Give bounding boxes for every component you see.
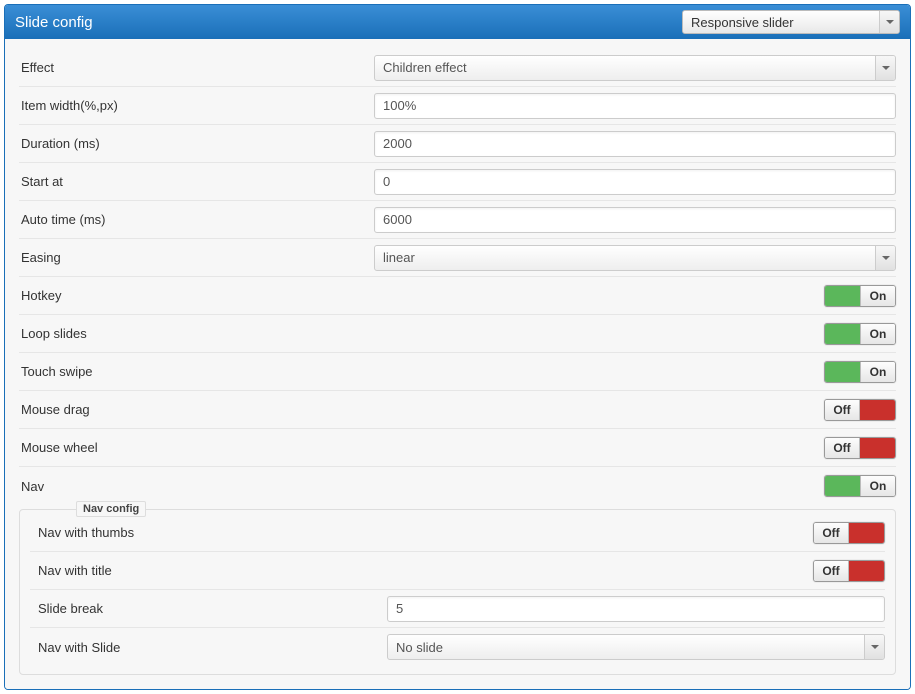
chevron-down-icon <box>886 20 894 24</box>
effect-caret[interactable] <box>875 56 895 80</box>
item-width-label: Item width(%,px) <box>19 98 374 113</box>
row-start-at: Start at <box>19 163 896 201</box>
auto-time-label: Auto time (ms) <box>19 212 374 227</box>
slider-type-select[interactable]: Responsive slider <box>682 10 900 34</box>
row-easing: Easing linear <box>19 239 896 277</box>
effect-label: Effect <box>19 60 374 75</box>
row-touch: Touch swipe On <box>19 353 896 391</box>
row-duration: Duration (ms) <box>19 125 896 163</box>
easing-value: linear <box>383 250 415 265</box>
row-slide-break: Slide break <box>30 590 885 628</box>
toggle-off-track <box>849 561 884 581</box>
toggle-knob: On <box>860 324 895 344</box>
row-nav: Nav On <box>19 467 896 505</box>
mouse-wheel-toggle[interactable]: Off <box>824 437 896 459</box>
chevron-down-icon <box>871 645 879 649</box>
hotkey-toggle[interactable]: On <box>824 285 896 307</box>
auto-time-input[interactable] <box>374 207 896 233</box>
slide-break-label: Slide break <box>30 601 387 616</box>
nav-toggle[interactable]: On <box>824 475 896 497</box>
row-nav-with-slide: Nav with Slide No slide <box>30 628 885 666</box>
slide-break-input[interactable] <box>387 596 885 622</box>
toggle-knob: Off <box>814 523 849 543</box>
panel-body: Effect Children effect Item width(%,px) … <box>5 39 910 689</box>
row-hotkey: Hotkey On <box>19 277 896 315</box>
start-at-input[interactable] <box>374 169 896 195</box>
toggle-knob: On <box>860 362 895 382</box>
touch-label: Touch swipe <box>19 364 374 379</box>
mouse-drag-label: Mouse drag <box>19 402 374 417</box>
row-auto-time: Auto time (ms) <box>19 201 896 239</box>
loop-label: Loop slides <box>19 326 374 341</box>
toggle-knob: Off <box>825 400 860 420</box>
easing-label: Easing <box>19 250 374 265</box>
easing-select[interactable]: linear <box>374 245 896 271</box>
row-nav-title: Nav with title Off <box>30 552 885 590</box>
effect-select[interactable]: Children effect <box>374 55 896 81</box>
nav-config-fieldset: Nav config Nav with thumbs Off Nav with … <box>19 509 896 675</box>
row-mouse-wheel: Mouse wheel Off <box>19 429 896 467</box>
panel-title: Slide config <box>15 14 93 31</box>
duration-input[interactable] <box>374 131 896 157</box>
nav-title-label: Nav with title <box>30 563 387 578</box>
nav-config-legend: Nav config <box>76 501 146 517</box>
row-mouse-drag: Mouse drag Off <box>19 391 896 429</box>
nav-title-toggle[interactable]: Off <box>813 560 885 582</box>
nav-with-slide-caret[interactable] <box>864 635 884 659</box>
mouse-drag-toggle[interactable]: Off <box>824 399 896 421</box>
panel-header: Slide config Responsive slider <box>5 5 910 39</box>
toggle-off-track <box>849 523 884 543</box>
row-loop: Loop slides On <box>19 315 896 353</box>
nav-label: Nav <box>19 479 374 494</box>
toggle-knob: Off <box>825 438 860 458</box>
nav-with-slide-value: No slide <box>396 640 443 655</box>
row-nav-thumbs: Nav with thumbs Off <box>30 514 885 552</box>
chevron-down-icon <box>882 66 890 70</box>
touch-toggle[interactable]: On <box>824 361 896 383</box>
toggle-off-track <box>860 438 895 458</box>
mouse-wheel-label: Mouse wheel <box>19 440 374 455</box>
toggle-on-track <box>825 476 860 496</box>
duration-label: Duration (ms) <box>19 136 374 151</box>
toggle-on-track <box>825 286 860 306</box>
nav-thumbs-label: Nav with thumbs <box>30 525 387 540</box>
nav-with-slide-label: Nav with Slide <box>30 640 387 655</box>
toggle-knob: On <box>860 476 895 496</box>
loop-toggle[interactable]: On <box>824 323 896 345</box>
slider-type-caret[interactable] <box>879 11 899 33</box>
toggle-knob: Off <box>814 561 849 581</box>
row-effect: Effect Children effect <box>19 49 896 87</box>
toggle-on-track <box>825 362 860 382</box>
toggle-on-track <box>825 324 860 344</box>
item-width-input[interactable] <box>374 93 896 119</box>
chevron-down-icon <box>882 256 890 260</box>
start-at-label: Start at <box>19 174 374 189</box>
slider-type-value: Responsive slider <box>691 15 794 30</box>
nav-thumbs-toggle[interactable]: Off <box>813 522 885 544</box>
easing-caret[interactable] <box>875 246 895 270</box>
toggle-off-track <box>860 400 895 420</box>
row-item-width: Item width(%,px) <box>19 87 896 125</box>
nav-with-slide-select[interactable]: No slide <box>387 634 885 660</box>
toggle-knob: On <box>860 286 895 306</box>
slide-config-panel: Slide config Responsive slider Effect Ch… <box>4 4 911 690</box>
effect-value: Children effect <box>383 60 467 75</box>
hotkey-label: Hotkey <box>19 288 374 303</box>
